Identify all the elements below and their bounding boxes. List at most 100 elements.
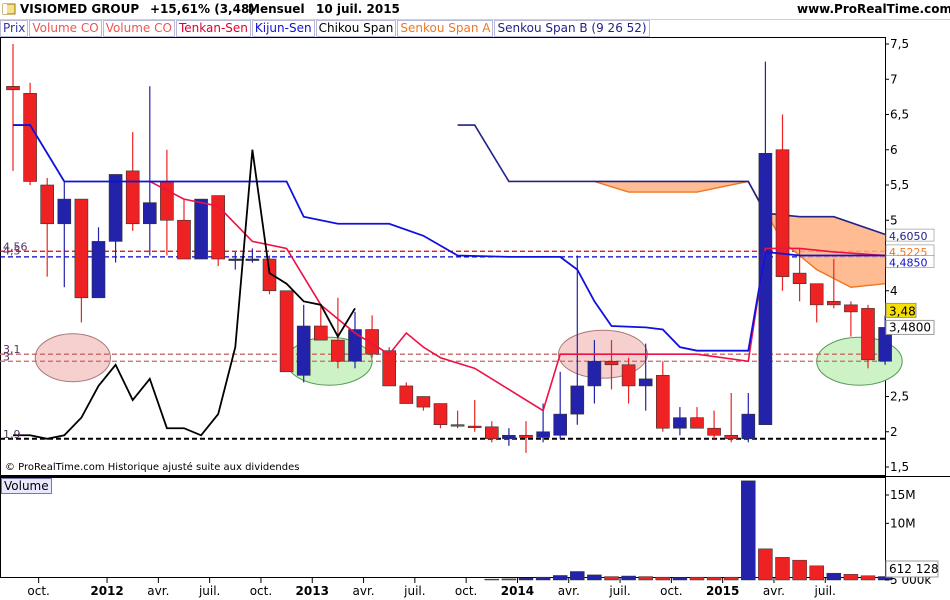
y-tick-label: 4: [890, 284, 898, 298]
volume-bar: [809, 565, 824, 581]
volume-bar: [518, 577, 534, 581]
candle-body: [23, 93, 37, 182]
candle-body: [655, 375, 670, 429]
candle-body: [792, 272, 807, 284]
candle-body: [177, 219, 191, 260]
x-axis-label: juil.: [403, 584, 425, 598]
x-axis-label: 2014: [501, 584, 534, 598]
kijun-value-label: 3,4800: [889, 320, 931, 334]
candle-body: [6, 86, 20, 91]
y-tick-label: 6: [890, 143, 898, 157]
volume-bar: [792, 559, 807, 581]
candle-body: [108, 174, 123, 242]
volume-panel-label[interactable]: Volume: [1, 478, 52, 494]
candle-body: [826, 301, 841, 306]
candle-body: [331, 339, 345, 362]
right-value-label: 4,6050: [889, 230, 928, 243]
x-axis-label: avr.: [763, 584, 785, 598]
candle-body: [844, 304, 858, 313]
candle-body: [416, 396, 431, 408]
candle-body: [313, 325, 328, 341]
candle-body: [707, 427, 721, 436]
volume-bar: [843, 574, 859, 581]
last-price-label: 3,48: [889, 304, 916, 318]
left-level-label: 4,5: [3, 245, 21, 258]
price-chart[interactable]: 1,522,533,544,555,566,577,54,564,53,131,…: [0, 0, 950, 600]
volume-bar: [723, 576, 739, 581]
right-value-label: 4,4850: [889, 257, 928, 270]
highlight-ellipse: [34, 333, 111, 383]
volume-bar: [621, 575, 636, 581]
x-axis-label: juil.: [198, 584, 220, 598]
volume-bar: [587, 574, 602, 581]
volume-bar: [552, 575, 568, 581]
candle-body: [467, 425, 482, 428]
candle-body: [279, 290, 294, 373]
kijun-sen-line: [13, 124, 886, 352]
candle-body: [245, 258, 260, 261]
volume-bar: [570, 571, 585, 581]
x-axis-label: oct.: [27, 584, 49, 598]
volume-tick-label: 15M: [890, 488, 916, 502]
y-tick-label: 1,5: [890, 460, 909, 474]
volume-bar: [706, 576, 722, 581]
x-axis-label: 2015: [706, 584, 739, 598]
candle-body: [724, 434, 739, 440]
candle-body: [604, 360, 619, 366]
candle-body: [673, 417, 687, 429]
candle-body: [484, 426, 499, 440]
candle-body: [775, 149, 790, 277]
volume-tick-label: 10M: [890, 516, 916, 530]
candle-body: [399, 385, 414, 404]
candle-body: [502, 434, 516, 440]
x-axis-label: oct.: [250, 584, 272, 598]
candle-body: [40, 184, 55, 225]
candle-body: [125, 170, 140, 225]
candle-body: [621, 364, 636, 387]
candle-body: [741, 413, 756, 440]
x-axis-label: avr.: [558, 584, 580, 598]
y-tick-label: 6,5: [890, 108, 909, 122]
left-level-label: 3: [3, 350, 10, 363]
x-axis-label: 2013: [296, 584, 329, 598]
candle-body: [690, 417, 704, 429]
left-level-label: 1,9: [3, 428, 21, 441]
x-axis-label: juil.: [814, 584, 836, 598]
volume-bar: [826, 572, 842, 581]
x-axis-label: juil.: [608, 584, 630, 598]
volume-bar: [604, 576, 619, 581]
candle-body: [91, 241, 106, 299]
volume-bar: [535, 576, 551, 581]
candle-body: [57, 198, 72, 225]
volume-last-label: 612 128: [889, 562, 939, 576]
candle-body: [194, 198, 208, 260]
x-axis-label: oct.: [455, 584, 477, 598]
candle-body: [365, 329, 379, 355]
volume-bar: [689, 576, 705, 581]
y-tick-label: 7: [890, 72, 898, 86]
volume-bar: [484, 578, 500, 581]
candle-body: [638, 378, 653, 387]
candle-body: [809, 283, 824, 306]
y-tick-label: 5,5: [890, 178, 909, 192]
volume-bar: [758, 548, 773, 581]
candle-body: [433, 403, 448, 425]
candle-body: [587, 360, 602, 387]
y-tick-label: 5: [890, 213, 898, 227]
candle-body: [228, 258, 243, 261]
candle-body: [553, 413, 568, 436]
candle-body: [382, 350, 397, 387]
candle-body: [861, 308, 875, 361]
x-axis-label: avr.: [352, 584, 374, 598]
volume-bar: [672, 577, 688, 581]
volume-bar: [638, 576, 653, 581]
candle-body: [348, 329, 362, 362]
y-tick-label: 2,5: [890, 390, 909, 404]
volume-bar: [775, 557, 790, 581]
y-tick-label: 7,5: [890, 37, 909, 51]
candle-body: [143, 202, 157, 225]
chart-footnote: © ProRealTime.com Historique ajusté suit…: [5, 462, 300, 473]
candle-body: [758, 152, 773, 425]
volume-bar: [741, 480, 756, 581]
x-axis-label: 2012: [90, 584, 123, 598]
